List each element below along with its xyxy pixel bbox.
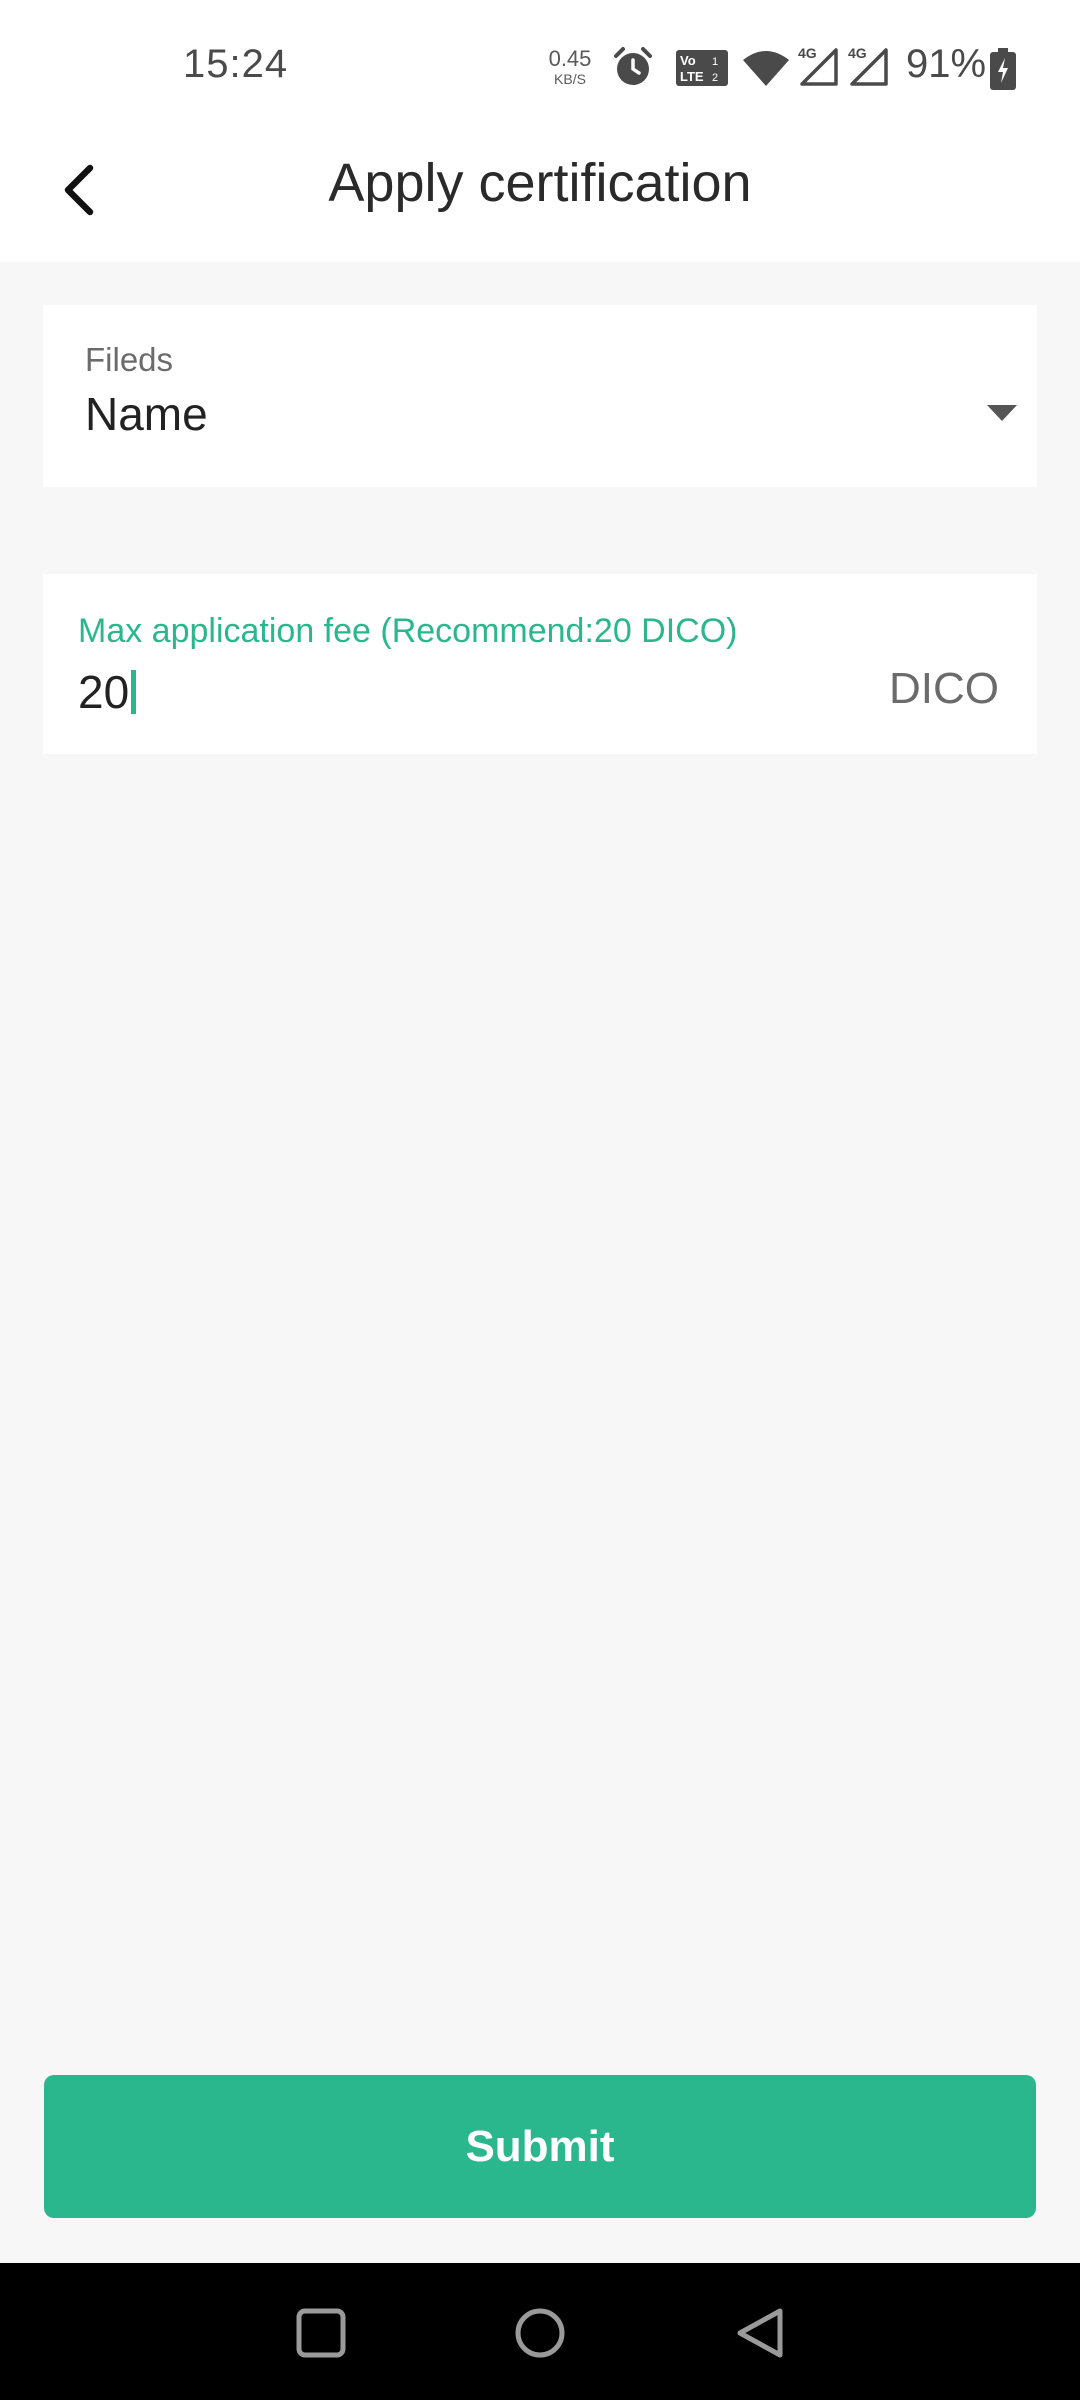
max-fee-label: Max application fee (Recommend:20 DICO): [78, 612, 738, 650]
battery-percent: 91%: [906, 42, 987, 86]
signal-4g-icon: 4G: [846, 44, 890, 93]
home-icon[interactable]: [512, 2305, 568, 2361]
svg-text:4G: 4G: [798, 45, 817, 61]
fields-select[interactable]: Fileds Name: [43, 305, 1037, 487]
svg-text:4G: 4G: [848, 45, 867, 61]
alarm-icon: [612, 46, 654, 93]
battery-charging-icon: [990, 48, 1016, 95]
recents-icon[interactable]: [293, 2305, 349, 2361]
fields-select-value: Name: [85, 388, 208, 440]
svg-text:LTE: LTE: [680, 69, 704, 84]
network-speed: 0.45 KB/S: [545, 46, 595, 87]
max-fee-input[interactable]: 20: [78, 665, 129, 719]
screen: 15:24 0.45 KB/S Vo LTE 1 2 4G 4G 91% App…: [0, 0, 1080, 2400]
dropdown-arrow-icon: [987, 405, 1017, 421]
fee-unit: DICO: [889, 664, 999, 713]
network-speed-value: 0.45: [548, 46, 592, 71]
wifi-icon: [742, 50, 790, 93]
text-cursor: [131, 670, 137, 714]
network-speed-unit: KB/S: [554, 71, 586, 87]
svg-text:1: 1: [712, 56, 718, 68]
max-fee-input-wrap[interactable]: 20: [78, 662, 137, 722]
signal-4g-icon: 4G: [796, 44, 840, 93]
back-icon[interactable]: [732, 2305, 788, 2361]
status-time: 15:24: [183, 42, 289, 86]
max-fee-field[interactable]: Max application fee (Recommend:20 DICO) …: [43, 574, 1037, 754]
volte-icon: Vo LTE 1 2: [676, 50, 728, 91]
submit-button[interactable]: Submit: [44, 2075, 1036, 2218]
status-bar: 15:24 0.45 KB/S Vo LTE 1 2 4G 4G 91%: [0, 0, 1080, 126]
svg-text:Vo: Vo: [680, 53, 696, 68]
svg-text:2: 2: [712, 72, 718, 84]
fields-select-label: Fileds: [85, 341, 174, 378]
page-title: Apply certification: [328, 153, 752, 213]
navigation-bar: [0, 2263, 1080, 2400]
app-bar: Apply certification: [0, 126, 1080, 262]
